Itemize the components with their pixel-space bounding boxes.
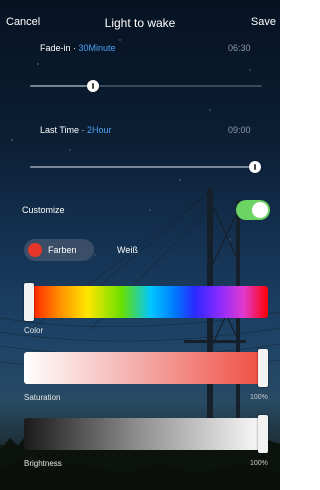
brightness-slider[interactable] xyxy=(24,415,268,453)
light-to-wake-screen: Cancel Light to wake Save Fade-in · 30Mi… xyxy=(0,0,280,490)
last-time-duration[interactable]: 2Hour xyxy=(87,125,112,135)
last-time-label-group: Last Time · 2Hour xyxy=(40,125,112,135)
color-caption: Color xyxy=(24,326,44,335)
brightness-percent: 100% xyxy=(250,460,268,467)
saturation-caption: Saturation xyxy=(24,393,61,402)
last-time-separator: · xyxy=(79,125,88,135)
color-dot-icon xyxy=(28,243,42,257)
customize-label: Customize xyxy=(22,205,65,215)
nav-header: Cancel Light to wake Save xyxy=(0,0,280,44)
saturation-slider[interactable] xyxy=(24,349,268,387)
mode-farben-button[interactable]: Farben xyxy=(24,239,94,261)
color-spectrum-slider[interactable] xyxy=(24,283,268,321)
fade-in-duration[interactable]: 30Minute xyxy=(79,43,116,53)
fade-in-separator: · xyxy=(70,43,79,53)
saturation-percent: 100% xyxy=(250,394,268,401)
page-title: Light to wake xyxy=(104,16,176,30)
fade-in-time[interactable]: 06:30 xyxy=(228,43,251,53)
fade-in-slider-track[interactable] xyxy=(92,85,262,87)
fade-in-slider-knob-icon[interactable] xyxy=(87,80,99,92)
last-time-time[interactable]: 09:00 xyxy=(228,125,251,135)
fade-in-slider-fill xyxy=(30,85,92,87)
last-time-slider-fill[interactable] xyxy=(30,166,254,168)
customize-toggle[interactable] xyxy=(236,200,270,220)
color-slider-handle[interactable] xyxy=(24,283,34,321)
brightness-slider-handle[interactable] xyxy=(258,415,268,453)
brightness-caption: Brightness xyxy=(24,459,62,468)
mode-weiss-button[interactable]: Weiß xyxy=(117,245,138,255)
saturation-slider-handle[interactable] xyxy=(258,349,268,387)
last-time-label: Last Time xyxy=(40,125,80,135)
toggle-knob-icon xyxy=(252,202,268,218)
fade-in-label-group: Fade-in · 30Minute xyxy=(40,43,116,53)
mode-farben-label: Farben xyxy=(48,245,77,255)
save-button[interactable]: Save xyxy=(251,16,276,28)
last-time-slider-knob-icon[interactable] xyxy=(249,161,261,173)
fade-in-label: Fade-in xyxy=(40,43,71,53)
